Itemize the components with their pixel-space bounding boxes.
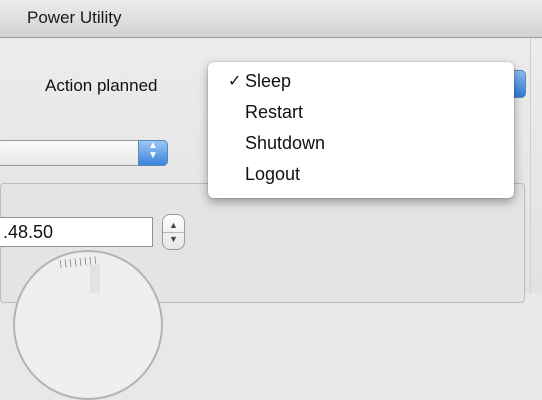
up-down-arrows-icon[interactable]: ▲ ▼	[138, 140, 168, 166]
stepper-down-icon[interactable]: ▼	[163, 235, 184, 244]
menu-item-label: Sleep	[245, 71, 292, 91]
checkmark-icon: ✓	[228, 73, 242, 90]
menu-item-label: Restart	[245, 102, 304, 122]
menu-item-label: Shutdown	[245, 133, 326, 153]
window-title: Power Utility	[27, 8, 122, 27]
menu-item-restart[interactable]: Restart	[208, 97, 514, 128]
menu-item-logout[interactable]: Logout	[208, 159, 514, 190]
time-stepper[interactable]: ▲ ▼	[162, 214, 185, 250]
clock-hand-shadow	[90, 265, 100, 293]
clock-dial[interactable]	[13, 250, 163, 400]
window-edge	[530, 38, 531, 293]
time-value: .48.50	[3, 222, 54, 242]
menu-item-shutdown[interactable]: Shutdown	[208, 128, 514, 159]
stepper-up-icon[interactable]: ▲	[163, 221, 184, 230]
action-popup-menu: ✓ Sleep Restart Shutdown Logout	[208, 62, 514, 198]
menu-item-sleep[interactable]: ✓ Sleep	[208, 66, 514, 97]
title-bar: Power Utility	[0, 0, 542, 38]
action-planned-label: Action planned	[45, 76, 158, 95]
stepper-divider	[163, 232, 184, 233]
menu-item-label: Logout	[245, 164, 301, 184]
